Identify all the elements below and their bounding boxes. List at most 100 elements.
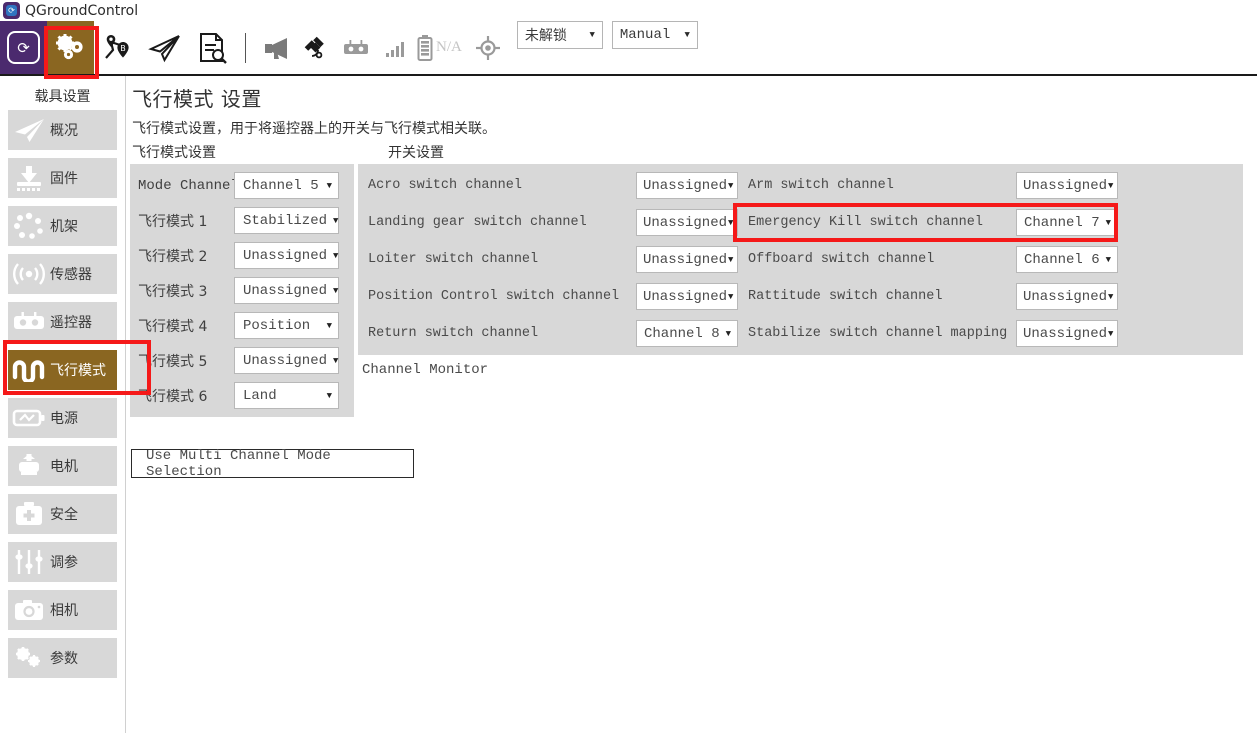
motors-icon (8, 446, 50, 486)
sidebar-item-label: 参数 (50, 651, 78, 667)
sidebar-item-label: 电机 (50, 459, 78, 475)
switch-dropdown-right_column-4[interactable]: Unassigned ▼ (1016, 320, 1118, 347)
switch-dropdown-left_column-1[interactable]: Unassigned ▼ (636, 209, 738, 236)
flight-mode-dropdown-3[interactable]: Unassigned ▼ (234, 277, 339, 304)
firmware-download-icon (8, 158, 50, 198)
sidebar-item-3[interactable]: 传感器 (8, 254, 117, 294)
switch-dropdown-left_column-0[interactable]: Unassigned ▼ (636, 172, 738, 199)
chevron-down-icon: ▼ (728, 180, 734, 191)
combo-value: Unassigned (1023, 288, 1108, 305)
crosshair-icon (475, 35, 501, 61)
switch-dropdown-left_column-2[interactable]: Unassigned ▼ (636, 246, 738, 273)
sidebar-item-7[interactable]: 电机 (8, 446, 117, 486)
parameters-gears-icon (8, 638, 50, 678)
flight-mode-dropdown[interactable]: Manual ▼ (611, 21, 698, 49)
combo-value: Unassigned (643, 177, 728, 194)
sidebar-item-9[interactable]: 调参 (8, 542, 117, 582)
toolbar-analyze-button[interactable] (188, 21, 235, 74)
use-multi-channel-mode-selection-button[interactable]: Use Multi Channel Mode Selection (131, 448, 414, 480)
chevron-down-icon: ▼ (333, 215, 339, 226)
battery-icon (416, 34, 434, 62)
settings-panels: Mode Channel Channel 5 ▼ 飞行模式 1 Stabilized ▼ 飞… (126, 164, 1257, 480)
toolbar-signal-button[interactable] (376, 21, 416, 74)
switch-label: Landing gear switch channel (368, 215, 587, 230)
sidebar-item-0[interactable]: 概况 (8, 110, 117, 150)
sidebar-item-6[interactable]: 电源 (8, 398, 117, 438)
safety-case-icon (8, 494, 50, 534)
combo-value: Channel 8 (644, 325, 720, 342)
flight-mode-dropdown-6[interactable]: Land ▼ (234, 382, 339, 409)
sidebar-item-5[interactable]: 飞行模式 (8, 350, 117, 390)
flight-mode-label: 飞行模式 4 (138, 318, 208, 335)
chevron-down-icon: ▼ (725, 328, 731, 339)
sidebar-item-2[interactable]: 机架 (8, 206, 117, 246)
battery-indicator[interactable]: N/A (416, 21, 468, 74)
sidebar-item-10[interactable]: 相机 (8, 590, 117, 630)
switch-column-right: Arm switch channel Unassigned ▼ Emergency K… (738, 172, 1118, 347)
power-battery-icon (8, 398, 50, 438)
chevron-down-icon: ▼ (1105, 254, 1111, 265)
toolbar-fly-button[interactable] (141, 21, 188, 74)
switch-dropdown-right_column-1[interactable]: Channel 7 ▼ (1016, 209, 1118, 236)
arm-state-dropdown[interactable]: 未解锁 ▼ (516, 21, 603, 49)
toolbar-gps-fix-button[interactable] (468, 21, 508, 74)
satellite-icon (302, 34, 330, 62)
switch-row: Return switch channel Channel 8 ▼ (358, 320, 738, 347)
combo-value: Channel 6 (1024, 251, 1100, 268)
chevron-down-icon: ▼ (326, 320, 332, 331)
switch-label: Offboard switch channel (748, 252, 935, 267)
toolbar-rc-button[interactable] (336, 21, 376, 74)
combo-value: Channel 7 (1024, 214, 1100, 231)
toolbar-settings-button[interactable] (47, 21, 94, 74)
camera-icon (8, 590, 50, 630)
switch-row: Offboard switch channel Channel 6 ▼ (738, 246, 1118, 273)
arm-state-value: 未解锁 (524, 28, 567, 44)
sidebar-item-1[interactable]: 固件 (8, 158, 117, 198)
sidebar-item-4[interactable]: 遥控器 (8, 302, 117, 342)
sidebar-item-11[interactable]: 参数 (8, 638, 117, 678)
qgc-logo-icon: ⟳ (3, 2, 20, 19)
flight-mode-dropdown-0[interactable]: Channel 5 ▼ (234, 172, 339, 199)
sidebar-item-label: 概况 (50, 123, 78, 139)
flight-mode-dropdown-4[interactable]: Position ▼ (234, 312, 339, 339)
qgc-logo-button[interactable]: ⟳ (0, 21, 47, 74)
flight-mode-dropdown-5[interactable]: Unassigned ▼ (234, 347, 339, 374)
gears-icon (54, 33, 88, 63)
switch-row: Emergency Kill switch channel Channel 7 ▼ (738, 209, 1118, 236)
toolbar-messages-button[interactable] (256, 21, 296, 74)
switch-row: Stabilize switch channel mapping Unassign… (738, 320, 1118, 347)
flight-mode-row: 飞行模式 6 Land ▼ (130, 382, 354, 409)
switch-label: Arm switch channel (748, 178, 894, 193)
toolbar-gps-button[interactable] (296, 21, 336, 74)
megaphone-icon (261, 35, 291, 61)
chevron-down-icon: ▼ (333, 250, 339, 261)
switch-dropdown-left_column-3[interactable]: Unassigned ▼ (636, 283, 738, 310)
combo-value: Stabilized (243, 212, 328, 229)
switch-label: Return switch channel (368, 326, 539, 341)
switch-dropdown-right_column-2[interactable]: Channel 6 ▼ (1016, 246, 1118, 273)
flight-mode-label: 飞行模式 2 (138, 248, 208, 265)
toolbar-divider (245, 32, 246, 63)
flight-mode-row: 飞行模式 5 Unassigned ▼ (130, 347, 354, 374)
sidebar-item-8[interactable]: 安全 (8, 494, 117, 534)
switch-dropdown-left_column-4[interactable]: Channel 8 ▼ (636, 320, 738, 347)
flight-mode-row: 飞行模式 3 Unassigned ▼ (130, 277, 354, 304)
main-toolbar: ⟳ B N/A 未解锁 ▼ Manual ▼ (0, 21, 1257, 76)
page-title: 飞行模式 设置 (132, 87, 262, 111)
switch-settings-panel: Acro switch channel Unassigned ▼ Landing ge… (358, 164, 1243, 355)
flight-mode-dropdown-1[interactable]: Stabilized ▼ (234, 207, 339, 234)
chevron-down-icon: ▼ (326, 390, 332, 401)
switch-column-left: Acro switch channel Unassigned ▼ Landing ge… (358, 172, 738, 347)
flight-mode-dropdown-2[interactable]: Unassigned ▼ (234, 242, 339, 269)
flight-mode-row: 飞行模式 2 Unassigned ▼ (130, 242, 354, 269)
window-title: QGroundControl (25, 2, 139, 19)
chevron-down-icon: ▼ (326, 180, 332, 191)
flight-mode-label: 飞行模式 5 (138, 353, 208, 370)
sidebar-item-label: 电源 (50, 411, 78, 427)
switch-dropdown-right_column-3[interactable]: Unassigned ▼ (1016, 283, 1118, 310)
combo-value: Unassigned (1023, 325, 1108, 342)
tuning-sliders-icon (8, 542, 50, 582)
toolbar-plan-button[interactable]: B (94, 21, 141, 74)
switch-row: Loiter switch channel Unassigned ▼ (358, 246, 738, 273)
switch-dropdown-right_column-0[interactable]: Unassigned ▼ (1016, 172, 1118, 199)
